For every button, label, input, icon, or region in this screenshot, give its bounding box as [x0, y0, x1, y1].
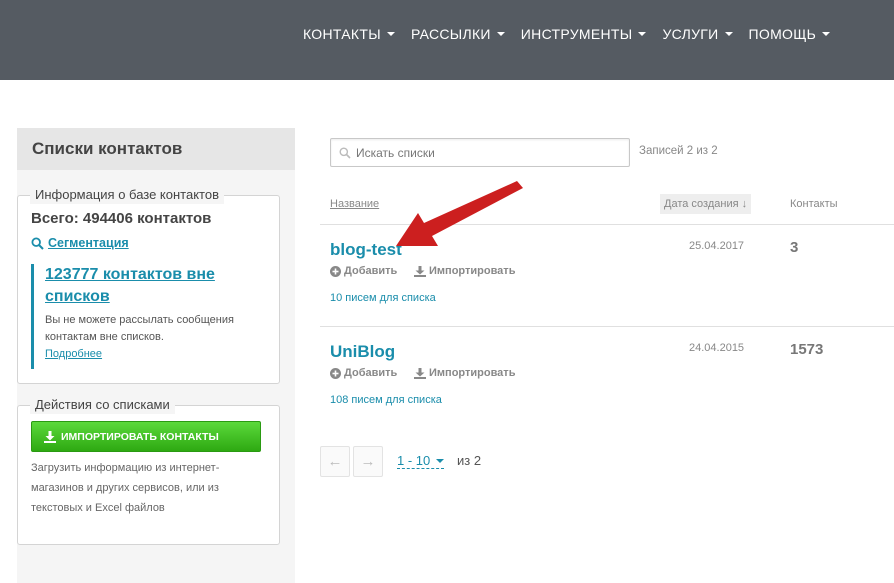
top-navbar: КОНТАКТЫ РАССЫЛКИ ИНСТРУМЕНТЫ УСЛУГИ ПОМ…: [0, 0, 894, 80]
prev-page-button[interactable]: ←: [320, 446, 350, 477]
total-contacts: Всего: 494406 контактов: [31, 210, 212, 227]
chevron-down-icon: [386, 32, 395, 36]
search-input[interactable]: [356, 145, 616, 160]
search-icon: [31, 236, 44, 250]
chevron-down-icon: [638, 32, 647, 36]
records-count: Записей 2 из 2: [639, 145, 718, 157]
nav-contacts[interactable]: КОНТАКТЫ: [303, 26, 395, 42]
sidebar-title: Списки контактов: [17, 128, 295, 170]
nav-services[interactable]: УСЛУГИ: [662, 26, 733, 42]
plus-circle-icon: [330, 367, 341, 379]
add-label: Добавить: [344, 367, 398, 379]
page-range-label: 1 - 10: [397, 453, 431, 468]
download-icon: [414, 367, 426, 379]
contacts-info-legend: Информация о базе контактов: [30, 186, 224, 204]
next-page-button[interactable]: →: [353, 446, 383, 477]
list-name-link[interactable]: UniBlog: [330, 342, 395, 362]
nav-help-label: ПОМОЩЬ: [748, 26, 817, 42]
chevron-down-icon: [436, 458, 445, 463]
import-label: Импортировать: [429, 265, 516, 277]
list-search[interactable]: [330, 138, 630, 167]
column-date[interactable]: Дата создания ↓: [660, 194, 752, 214]
add-button[interactable]: Добавить: [330, 265, 397, 277]
search-icon: [339, 147, 351, 159]
letters-link[interactable]: 10 писем для списка: [330, 292, 436, 304]
created-date: 25.04.2017: [689, 240, 745, 252]
sidebar: Списки контактов Информация о базе конта…: [17, 128, 295, 583]
page-size-dropdown[interactable]: 1 - 10: [397, 453, 445, 469]
outside-lists-note: Вы не можете рассылать сообщения контакт…: [45, 314, 234, 343]
segmentation-label: Сегментация: [48, 236, 129, 250]
main-nav: КОНТАКТЫ РАССЫЛКИ ИНСТРУМЕНТЫ УСЛУГИ ПОМ…: [303, 26, 846, 42]
download-icon: [414, 265, 426, 277]
import-contacts-label: ИМПОРТИРОВАТЬ КОНТАКТЫ: [61, 430, 219, 443]
chevron-down-icon: [822, 32, 831, 36]
plus-circle-icon: [330, 265, 341, 277]
chevron-down-icon: [724, 32, 733, 36]
list-actions-panel: Действия со списками ИМПОРТИРОВАТЬ КОНТА…: [17, 396, 280, 545]
nav-mailings[interactable]: РАССЫЛКИ: [411, 26, 505, 42]
more-link[interactable]: Подробнее: [45, 348, 269, 360]
import-button[interactable]: Импортировать: [414, 265, 515, 277]
created-date: 24.04.2015: [689, 342, 745, 354]
import-contacts-button[interactable]: ИМПОРТИРОВАТЬ КОНТАКТЫ: [31, 421, 261, 452]
nav-mailings-label: РАССЫЛКИ: [410, 26, 491, 42]
nav-services-label: УСЛУГИ: [662, 26, 719, 42]
column-name[interactable]: Название: [330, 198, 379, 210]
page-total: из 2: [457, 453, 482, 468]
list-actions-legend: Действия со списками: [30, 396, 175, 414]
download-icon: [44, 430, 56, 443]
nav-contacts-label: КОНТАКТЫ: [303, 26, 381, 42]
contacts-info-panel: Информация о базе контактов Всего: 49440…: [17, 186, 280, 384]
outside-lists-link[interactable]: 123777 контактов вне списков: [45, 264, 269, 308]
segmentation-link[interactable]: Сегментация: [31, 236, 129, 250]
outside-lists-box: 123777 контактов вне списков Вы не может…: [31, 264, 269, 369]
letters-link[interactable]: 108 писем для списка: [330, 394, 442, 406]
column-contacts: Контакты: [790, 198, 838, 210]
divider: [320, 326, 894, 327]
add-label: Добавить: [344, 265, 398, 277]
import-button[interactable]: Импортировать: [414, 367, 515, 379]
nav-help[interactable]: ПОМОЩЬ: [749, 26, 831, 42]
nav-tools-label: ИНСТРУМЕНТЫ: [520, 26, 633, 42]
contacts-count: 1573: [790, 341, 824, 358]
add-button[interactable]: Добавить: [330, 367, 397, 379]
contacts-count: 3: [790, 239, 799, 256]
chevron-down-icon: [496, 32, 505, 36]
list-name-link[interactable]: blog-test: [330, 240, 402, 260]
import-label: Импортировать: [429, 367, 516, 379]
import-note: Загрузить информацию из интернет-магазин…: [31, 462, 220, 514]
nav-tools[interactable]: ИНСТРУМЕНТЫ: [521, 26, 647, 42]
divider: [320, 224, 894, 225]
